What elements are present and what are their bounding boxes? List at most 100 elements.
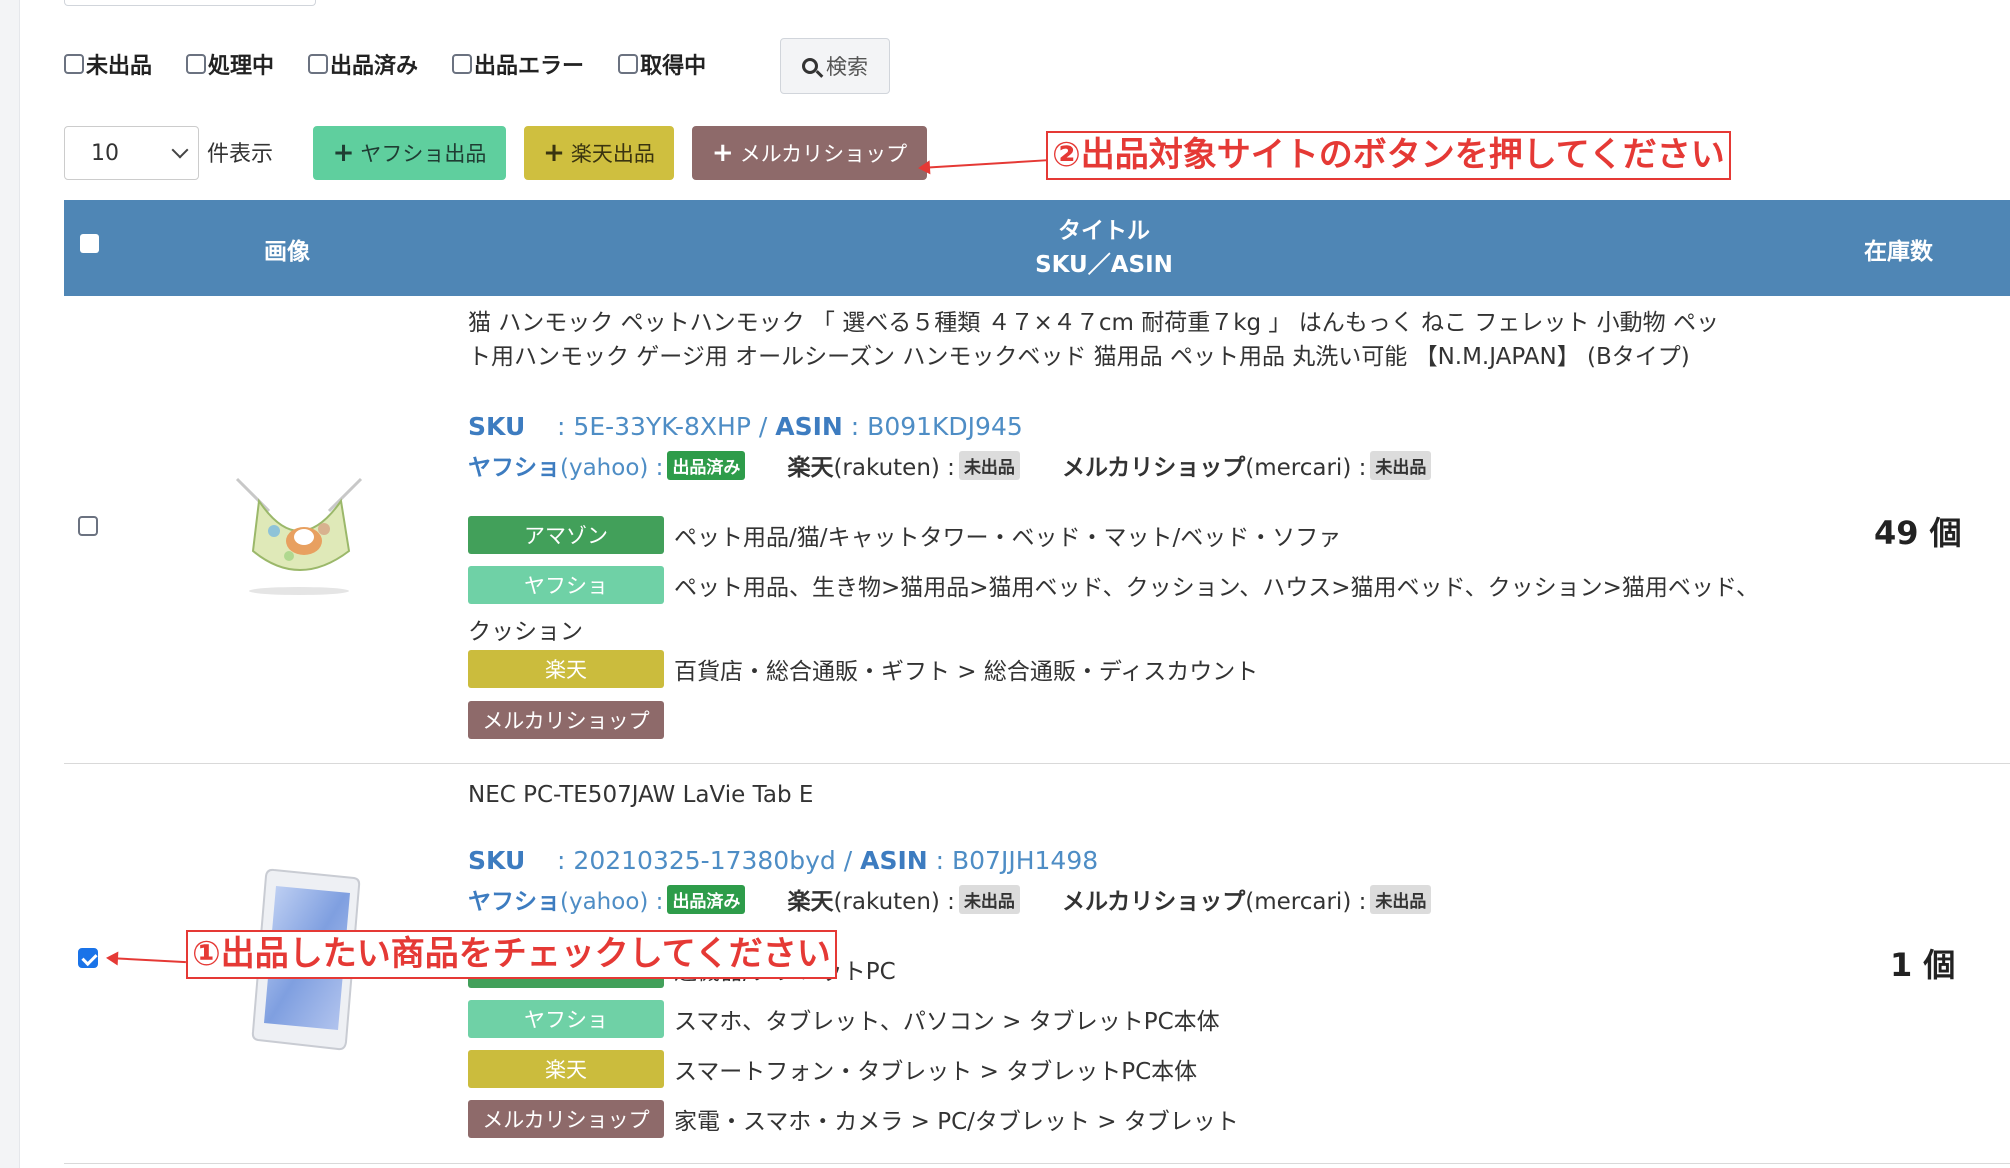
tag-rakuten: 楽天	[468, 650, 664, 688]
tag-amazon: アマゾン	[468, 516, 664, 554]
plus-icon: +	[543, 138, 565, 168]
rakuten-status-badge: 未出品	[958, 884, 1020, 914]
category-rakuten-text: スマートフォン・タブレット > タブレットPC本体	[674, 1059, 1198, 1085]
yahoo-site-en: (yahoo)	[560, 455, 649, 481]
sku-label: SKU	[468, 412, 526, 441]
stock-count: 1 個	[1890, 946, 1956, 984]
filter-processing[interactable]: 処理中	[186, 48, 274, 80]
filter-error-label: 出品エラー	[474, 54, 585, 79]
sku-value[interactable]: 5E-33YK-8XHP	[573, 412, 751, 441]
filter-unlisted[interactable]: 未出品	[64, 48, 152, 80]
product-title-line1: 猫 ハンモック ペットハンモック 「 選べる５種類 ４７×４７cm 耐荷重７kg…	[468, 310, 1719, 336]
header-title-line1: タイトル	[1058, 218, 1150, 244]
yahoo-status-badge: 出品済み	[667, 450, 746, 480]
mercari-status-label: メルカリショップ(mercari) :	[1061, 889, 1367, 915]
category-rakuten-text: 百貨店・総合通販・ギフト > 総合通販・ディスカウント	[674, 659, 1259, 685]
rakuten-site-en: (rakuten)	[833, 455, 940, 481]
rakuten-site-en: (rakuten)	[833, 889, 940, 915]
yahoo-site-en: (yahoo)	[560, 889, 649, 915]
search-icon	[802, 58, 818, 74]
plus-icon: +	[332, 138, 355, 168]
filter-processing-checkbox[interactable]	[186, 54, 207, 74]
annotation-arrow-step2	[917, 159, 1048, 176]
category-yahoo: ヤフショ スマホ、タブレット、パソコン > タブレットPC本体	[468, 1000, 1220, 1038]
search-button[interactable]: 検索	[780, 38, 890, 94]
product-title: NEC PC-TE507JAW LaVie Tab E	[468, 778, 1818, 812]
category-amazon-text: ペット用品/猫/キャットタワー・ベッド・マット/ベッド・ソファ	[674, 525, 1342, 551]
asin-value[interactable]: B091KDJ945	[867, 412, 1023, 441]
yahoo-site-name: ヤフショ	[468, 455, 560, 481]
asin-label: ASIN	[775, 412, 843, 441]
yahoo-status-badge: 出品済み	[667, 884, 746, 914]
per-page-value: 10	[91, 140, 119, 166]
rakuten-status-label: 楽天(rakuten) :	[787, 455, 955, 481]
list-mercari-label: メルカリショップ	[739, 142, 908, 166]
select-all-checkbox[interactable]	[80, 234, 99, 253]
filter-error-checkbox[interactable]	[452, 54, 473, 74]
mercari-site-en: (mercari)	[1245, 455, 1352, 481]
sku-value[interactable]: 20210325-17380byd	[573, 846, 835, 875]
table-header: 画像 タイトル SKU／ASIN 在庫数	[64, 200, 2010, 296]
filter-listed[interactable]: 出品済み	[308, 48, 418, 80]
list-mercari-button[interactable]: + メルカリショップ	[692, 126, 927, 180]
filter-listed-checkbox[interactable]	[308, 54, 329, 74]
category-yahoo-text: ペット用品、生き物>猫用品>猫用ベッド、クッション、ハウス>猫用ベッド、クッショ…	[674, 575, 1759, 601]
filter-processing-label: 処理中	[208, 54, 275, 79]
sku-asin-line: SKU : 20210325-17380byd / ASIN : B07JJH1…	[468, 846, 1098, 875]
list-rakuten-label: 楽天出品	[570, 142, 655, 166]
status-line: ヤフショ(yahoo) : 出品済み 楽天(rakuten) : 未出品 メルカ…	[468, 882, 1432, 916]
search-button-label: 検索	[826, 55, 868, 79]
category-yahoo: ヤフショ ペット用品、生き物>猫用品>猫用ベッド、クッション、ハウス>猫用ベッド…	[468, 566, 1759, 604]
mercari-status-badge: 未出品	[1370, 884, 1432, 914]
sku-asin-line: SKU : 5E-33YK-8XHP / ASIN : B091KDJ945	[468, 412, 1023, 441]
header-stock: 在庫数	[1864, 239, 1933, 265]
table-row: 猫 ハンモック ペットハンモック 「 選べる５種類 ４７×４７cm 耐荷重７kg…	[64, 296, 2010, 764]
mercari-site-name: メルカリショップ	[1061, 889, 1246, 915]
rakuten-status-label: 楽天(rakuten) :	[787, 889, 955, 915]
filter-unlisted-label: 未出品	[86, 54, 153, 79]
rakuten-site-name: 楽天	[787, 889, 834, 915]
arrow-head-icon	[917, 160, 931, 176]
per-page-select[interactable]: 10	[64, 126, 199, 180]
header-image: 画像	[264, 239, 310, 265]
filter-fetching[interactable]: 取得中	[618, 48, 706, 80]
annotation-step2: ②出品対象サイトのボタンを押してください	[1046, 131, 1731, 180]
sku-asin-sep: /	[758, 412, 776, 441]
status-line: ヤフショ(yahoo) : 出品済み 楽天(rakuten) : 未出品 メルカ…	[468, 448, 1432, 482]
filter-unlisted-checkbox[interactable]	[64, 54, 84, 74]
category-yahoo-continued: クッション	[468, 619, 583, 645]
list-rakuten-button[interactable]: + 楽天出品	[524, 126, 674, 180]
row-checkbox[interactable]	[78, 516, 98, 536]
arrow-head-icon	[105, 950, 119, 966]
tag-mercari: メルカリショップ	[468, 1100, 664, 1138]
category-mercari-text: 家電・スマホ・カメラ > PC/タブレット > タブレット	[674, 1109, 1239, 1135]
yahoo-status-label: ヤフショ(yahoo) :	[468, 889, 664, 915]
header-title-line2: SKU／ASIN	[1035, 252, 1173, 278]
category-rakuten: 楽天 スマートフォン・タブレット > タブレットPC本体	[468, 1050, 1197, 1088]
asin-value[interactable]: B07JJH1498	[952, 846, 1098, 875]
sku-sep: :	[533, 846, 566, 875]
category-mercari: メルカリショップ 家電・スマホ・カメラ > PC/タブレット > タブレット	[468, 1100, 1239, 1138]
yahoo-site-name: ヤフショ	[468, 889, 560, 915]
tag-rakuten: 楽天	[468, 1050, 664, 1088]
rakuten-status-badge: 未出品	[958, 450, 1020, 480]
filter-error[interactable]: 出品エラー	[452, 48, 584, 80]
category-rakuten: 楽天 百貨店・総合通販・ギフト > 総合通販・ディスカウント	[468, 650, 1258, 688]
list-yahoo-button[interactable]: + ヤフショ出品	[313, 126, 506, 180]
stock-count: 49 個	[1874, 514, 1962, 552]
yahoo-status-label: ヤフショ(yahoo) :	[468, 455, 664, 481]
category-yahoo-text: スマホ、タブレット、パソコン > タブレットPC本体	[674, 1009, 1220, 1035]
product-title: 猫 ハンモック ペットハンモック 「 選べる５種類 ４７×４７cm 耐荷重７kg…	[468, 306, 1818, 374]
header-title: タイトル SKU／ASIN	[964, 214, 1244, 282]
plus-icon: +	[711, 138, 734, 168]
tag-yahoo: ヤフショ	[468, 1000, 664, 1038]
category-amazon: アマゾン ペット用品/猫/キャットタワー・ベッド・マット/ベッド・ソファ	[468, 516, 1341, 554]
top-input-field[interactable]	[64, 0, 316, 6]
product-image-hammock	[235, 477, 363, 595]
product-title-line1: NEC PC-TE507JAW LaVie Tab E	[468, 782, 814, 808]
status-filters: 未出品 処理中 出品済み 出品エラー 取得中	[64, 48, 740, 80]
chevron-down-icon	[171, 141, 189, 159]
asin-sep: :	[935, 846, 952, 875]
row-checkbox-checked[interactable]	[78, 948, 98, 968]
filter-fetching-checkbox[interactable]	[618, 54, 639, 74]
